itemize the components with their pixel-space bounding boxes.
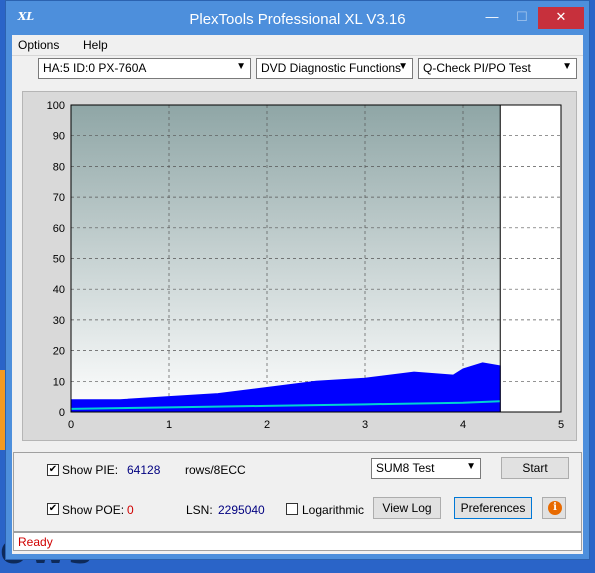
function-select[interactable]: DVD Diagnostic Functions ▼ [256,58,413,79]
sum-test-select[interactable]: SUM8 Test ▼ [371,458,481,479]
y-tick-label: 10 [53,376,65,388]
x-tick-label: 0 [68,419,74,431]
x-tick-label: 5 [558,419,564,431]
start-button[interactable]: Start [501,457,569,479]
y-tick-label: 60 [53,223,65,235]
status-bar: Ready [13,532,582,551]
show-pie-label: Show PIE: [62,463,119,477]
info-button[interactable]: i [542,497,566,519]
y-tick-label: 30 [53,315,65,327]
y-tick-label: 90 [53,131,65,143]
logarithmic-checkbox[interactable] [286,503,298,515]
view-log-button[interactable]: View Log [373,497,441,519]
sum-test-select-value: SUM8 Test [376,461,435,475]
controls-panel: ✔ Show PIE: 64128 rows/8ECC SUM8 Test ▼ … [13,452,582,532]
menu-options[interactable]: Options [18,38,59,52]
function-select-value: DVD Diagnostic Functions [261,61,402,75]
chevron-down-icon: ▼ [562,61,572,72]
drive-select-value: HA:5 ID:0 PX-760A [43,61,147,75]
lsn-value: 2295040 [218,503,265,517]
preferences-button[interactable]: Preferences [454,497,532,519]
x-tick-label: 3 [362,419,368,431]
chevron-down-icon: ▼ [398,61,408,72]
plot-scanned-area [71,105,501,412]
menu-bar: Options Help [12,35,583,55]
title-bar[interactable]: XL PlexTools Professional XL V3.16 — ☐ ✕ [6,1,589,35]
x-tick-label: 1 [166,419,172,431]
pi-po-chart: 0 10 20 30 40 50 60 70 80 90 100 0 1 2 3 4 5 [22,91,577,441]
show-poe-label: Show POE: [62,503,125,517]
y-tick-label: 80 [53,161,65,173]
y-tick-label: 100 [47,100,65,112]
x-tick-label: 4 [460,419,466,431]
x-tick-label: 2 [264,419,270,431]
chart-svg: 0 10 20 30 40 50 60 70 80 90 100 0 1 2 3 4 5 [47,100,564,431]
info-icon: i [548,501,562,515]
show-poe-checkbox[interactable]: ✔ [47,503,59,515]
close-button[interactable]: ✕ [538,7,584,29]
y-tick-label: 20 [53,346,65,358]
test-select-value: Q-Check PI/PO Test [423,61,531,75]
y-tick-label: 40 [53,284,65,296]
menu-separator [12,55,583,56]
chevron-down-icon: ▼ [236,61,246,72]
y-tick-label: 0 [59,407,65,419]
show-pie-checkbox[interactable]: ✔ [47,464,59,476]
poe-value: 0 [127,503,134,517]
menu-help[interactable]: Help [83,38,108,52]
pie-value: 64128 [127,463,161,477]
test-select[interactable]: Q-Check PI/PO Test ▼ [418,58,577,79]
lsn-label: LSN: [186,503,213,517]
chevron-down-icon: ▼ [466,461,476,472]
client-area: Options Help HA:5 ID:0 PX-760A ▼ DVD Dia… [12,35,583,554]
app-window: XL PlexTools Professional XL V3.16 — ☐ ✕… [5,0,590,560]
minimize-button[interactable]: — [478,7,506,29]
y-tick-label: 50 [53,254,65,266]
maximize-button[interactable]: ☐ [508,7,536,29]
pie-unit: rows/8ECC [185,463,246,477]
logarithmic-label: Logarithmic [302,503,365,517]
y-tick-label: 70 [53,192,65,204]
drive-select[interactable]: HA:5 ID:0 PX-760A ▼ [38,58,251,79]
